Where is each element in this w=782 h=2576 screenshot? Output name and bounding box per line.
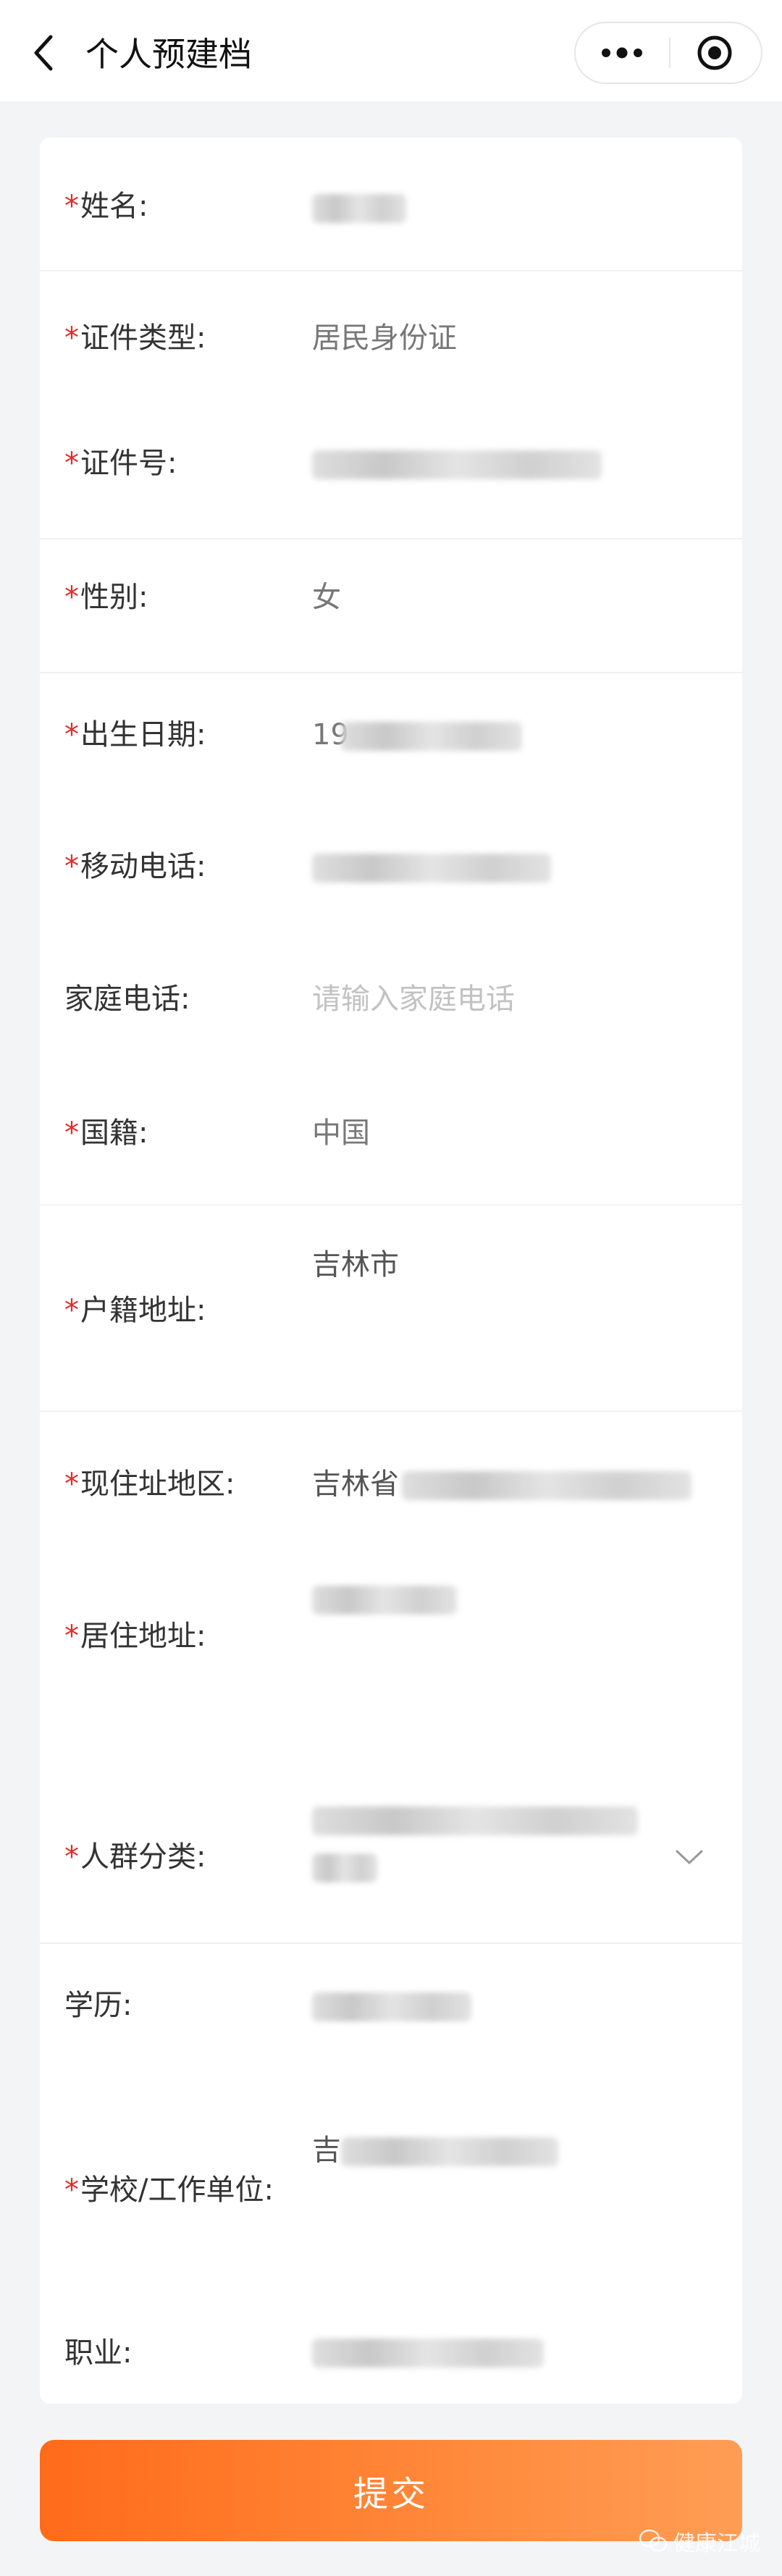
field-occupation[interactable]: 职业: (40, 2266, 742, 2404)
redacted-value (341, 2137, 558, 2166)
field-label: *人群分类: (64, 1840, 206, 1874)
field-label: *证件类型: (64, 321, 206, 355)
required-mark: * (64, 2173, 79, 2207)
field-workplace[interactable]: *学校/工作单位: 吉 (40, 2100, 742, 2266)
field-name[interactable]: *姓名: (40, 138, 742, 272)
redacted-value (312, 1806, 638, 1835)
field-value: 居民身份证 (312, 321, 457, 355)
field-nationality[interactable]: *国籍: 中国 (40, 1075, 742, 1205)
field-label: *移动电话: (64, 850, 206, 883)
field-id-number[interactable]: *证件号: (40, 405, 742, 539)
submit-button[interactable]: 提交 (40, 2440, 742, 2541)
more-dots-icon (602, 47, 642, 59)
watermark: 健康江城 (639, 2525, 760, 2557)
more-button[interactable] (576, 23, 668, 83)
redacted-value (312, 194, 406, 223)
page-title: 个人预建档 (85, 35, 252, 74)
field-label: *户籍地址: (64, 1294, 206, 1327)
field-education[interactable]: 学历: (40, 1944, 742, 2100)
field-value: 女 (312, 581, 341, 614)
field-home-phone[interactable]: 家庭电话: 请输入家庭电话 (40, 941, 742, 1075)
required-mark: * (64, 1840, 79, 1874)
back-button[interactable] (22, 28, 65, 78)
field-value: 吉林市 (312, 1248, 399, 1281)
field-value: 吉林省 (312, 1468, 399, 1501)
field-hukou-address[interactable]: *户籍地址: 吉林市 (40, 1205, 742, 1412)
top-nav-bar: 个人预建档 (0, 0, 782, 101)
redacted-value (312, 450, 602, 479)
required-mark: * (64, 1468, 79, 1501)
home-phone-input[interactable]: 请输入家庭电话 (312, 977, 515, 1021)
field-label: *性别: (64, 581, 148, 614)
field-label: *国籍: (64, 1116, 148, 1150)
redacted-value (312, 1586, 457, 1615)
watermark-text: 健康江城 (673, 2531, 760, 2556)
field-value: 中国 (312, 1116, 370, 1150)
field-label: 家庭电话: (64, 982, 190, 1016)
required-mark: * (64, 321, 79, 355)
field-id-type[interactable]: *证件类型: 居民身份证 (40, 272, 742, 405)
required-mark: * (64, 190, 79, 223)
redacted-value (402, 1471, 691, 1500)
field-value: 吉 (312, 2134, 341, 2167)
required-mark: * (64, 1620, 79, 1653)
redacted-value (312, 1992, 471, 2021)
field-label: 职业: (64, 2336, 133, 2370)
field-label: *姓名: (64, 190, 148, 223)
required-mark: * (64, 581, 79, 614)
field-population-category[interactable]: *人群分类: (40, 1767, 742, 1944)
menu-capsule (574, 22, 762, 84)
redacted-value (312, 854, 551, 883)
field-mobile[interactable]: *移动电话: (40, 807, 742, 941)
chevron-down-icon (676, 1850, 703, 1864)
chevron-left-icon (34, 35, 53, 71)
required-mark: * (64, 1294, 79, 1327)
field-label: *出生日期: (64, 718, 206, 752)
required-mark: * (64, 850, 79, 883)
field-label: *证件号: (64, 447, 177, 480)
field-label: *居住地址: (64, 1620, 206, 1653)
dropdown-button[interactable] (673, 1841, 705, 1873)
required-mark: * (64, 1116, 79, 1150)
close-miniprogram-button[interactable] (668, 23, 761, 83)
field-label: 学历: (64, 1989, 133, 2022)
field-birth-date[interactable]: *出生日期: 19 (40, 673, 742, 807)
redacted-value (312, 2339, 544, 2367)
field-gender[interactable]: *性别: 女 (40, 539, 742, 673)
required-mark: * (64, 447, 79, 480)
field-current-region[interactable]: *现住址地区: 吉林省 (40, 1412, 742, 1564)
target-circle-icon (697, 35, 732, 70)
field-label: *学校/工作单位: (64, 2173, 274, 2207)
field-residence-address[interactable]: *居住地址: (40, 1564, 742, 1767)
redacted-value (341, 722, 522, 751)
required-mark: * (64, 718, 79, 752)
form-card: *姓名: *证件类型: 居民身份证 *证件号: *性别: 女 *出生日期: 19… (40, 138, 742, 2404)
redacted-value (312, 1853, 377, 1882)
wechat-icon (639, 2529, 668, 2552)
field-label: *现住址地区: (64, 1468, 235, 1501)
